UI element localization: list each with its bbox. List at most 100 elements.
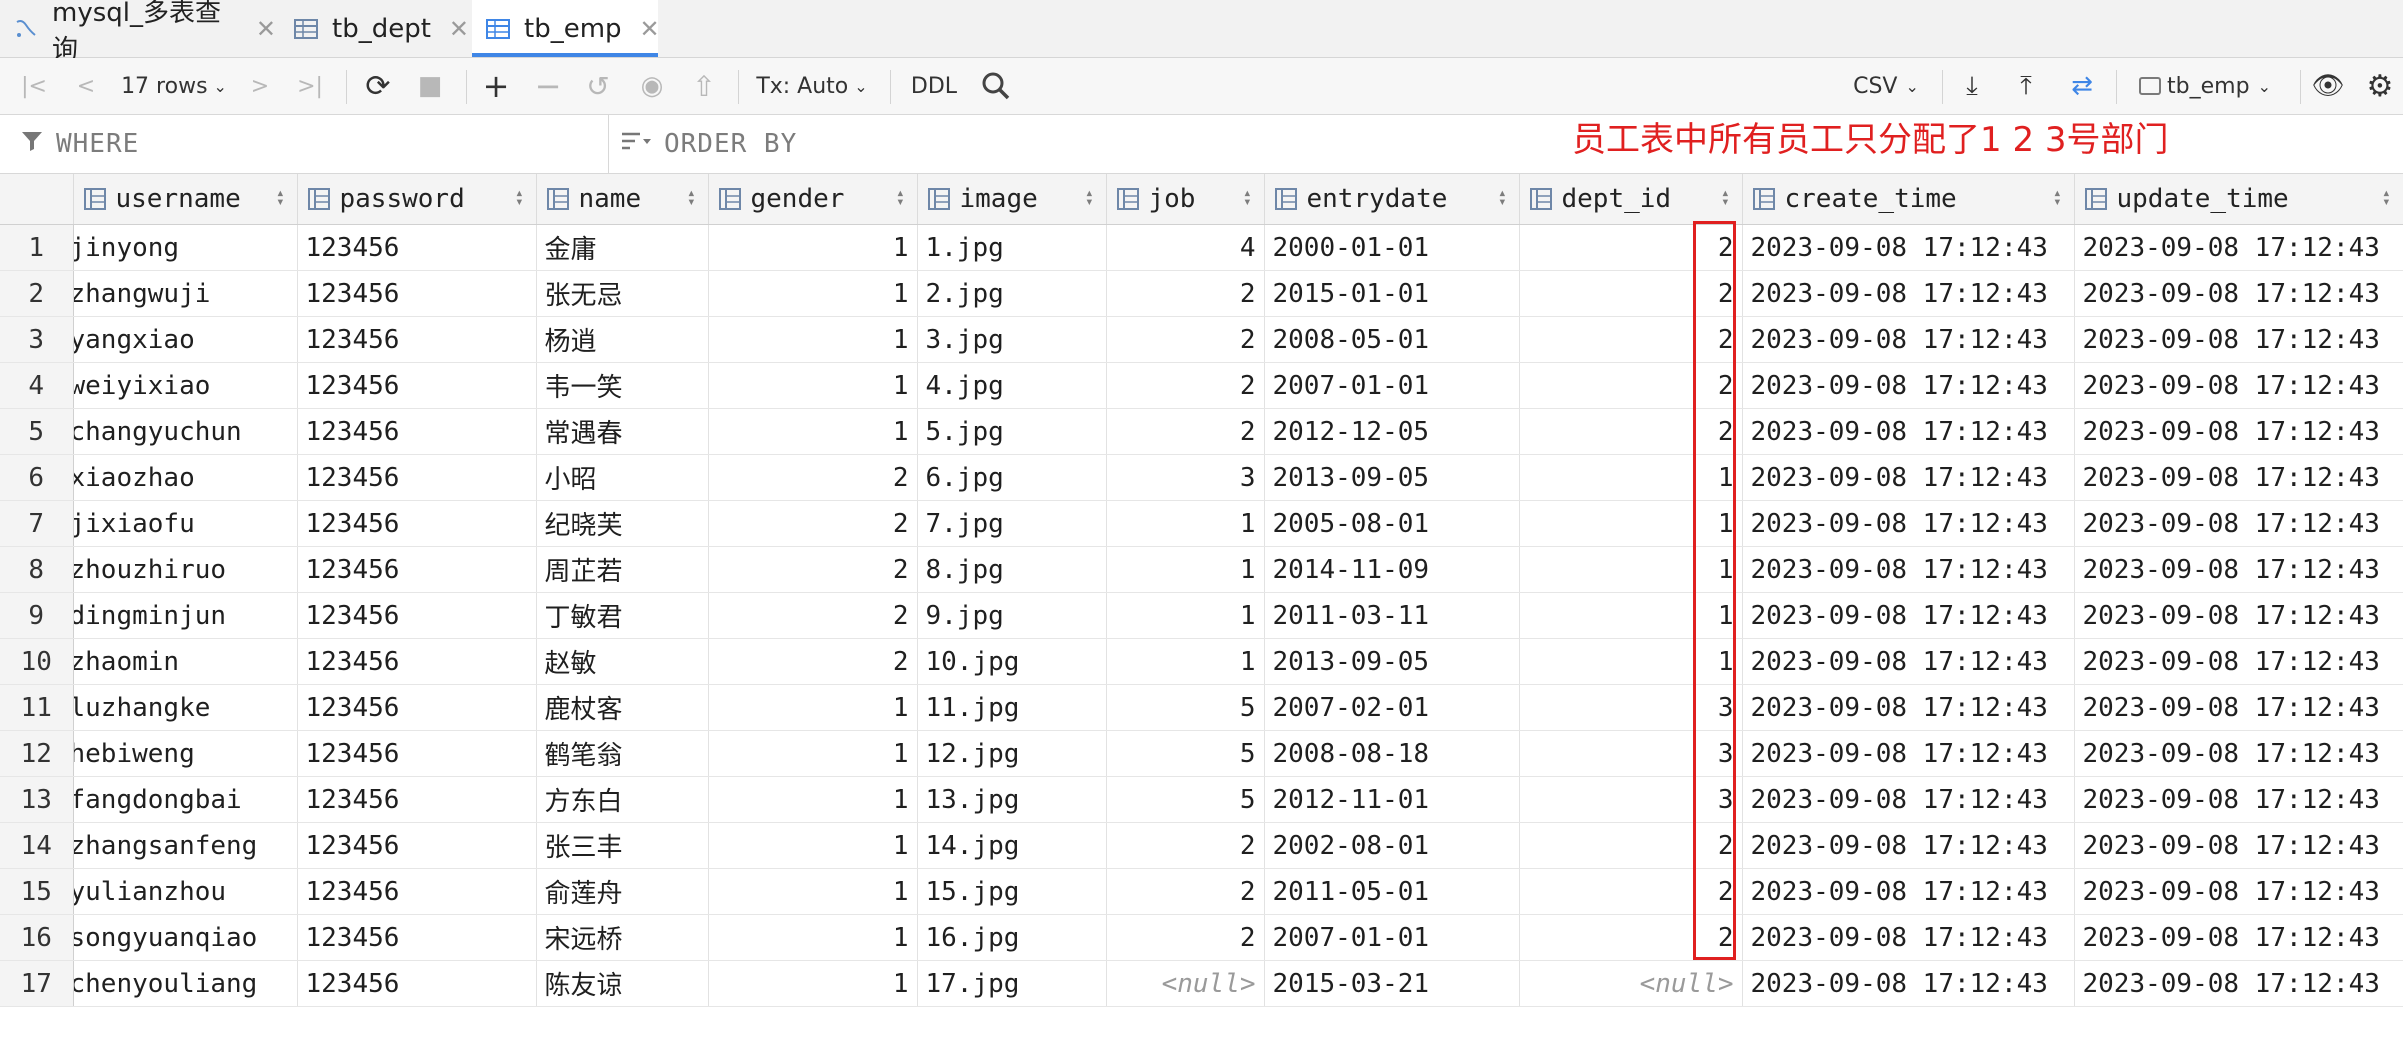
sort-arrows-icon[interactable]: ▴ ▾ — [687, 186, 695, 209]
cell-create-time[interactable]: 2023-09-08 17:12:43 — [1742, 270, 2075, 317]
order-by-input[interactable]: ORDER BY — [620, 115, 1240, 173]
cell-job[interactable]: 1 — [1106, 638, 1265, 685]
cell-update-time[interactable]: 2023-09-08 17:12:43 — [2074, 316, 2403, 363]
transaction-mode-dropdown[interactable]: Tx: Auto ⌄ — [756, 58, 868, 114]
cell-name[interactable]: 纪晓芙 — [536, 500, 709, 547]
cell-password[interactable]: 123456 — [297, 638, 537, 685]
cell-create-time[interactable]: 2023-09-08 17:12:43 — [1742, 960, 2075, 1007]
cell-image[interactable]: 3.jpg — [917, 316, 1107, 363]
table-row[interactable]: 6 xiaozhao 123456 小昭 2 6.jpg 3 2013-09-05 1 2023-… — [0, 454, 2403, 501]
next-page-icon[interactable]: > — [242, 58, 278, 114]
cell-image[interactable]: 1.jpg — [917, 224, 1107, 271]
cell-name[interactable]: 周芷若 — [536, 546, 709, 593]
close-icon[interactable]: ✕ — [256, 15, 276, 43]
cell-image[interactable]: 16.jpg — [917, 914, 1107, 961]
cell-update-time[interactable]: 2023-09-08 17:12:43 — [2074, 960, 2403, 1007]
cell-username[interactable]: luzhangke — [73, 684, 298, 731]
stop-icon[interactable]: ■ — [412, 58, 448, 114]
cell-password[interactable]: 123456 — [297, 316, 537, 363]
cell-create-time[interactable]: 2023-09-08 17:12:43 — [1742, 500, 2075, 547]
cell-job[interactable]: 1 — [1106, 546, 1265, 593]
cell-entrydate[interactable]: 2007-01-01 — [1264, 362, 1520, 409]
cell-update-time[interactable]: 2023-09-08 17:12:43 — [2074, 684, 2403, 731]
cell-password[interactable]: 123456 — [297, 500, 537, 547]
cell-password[interactable]: 123456 — [297, 592, 537, 639]
cell-entrydate[interactable]: 2011-03-11 — [1264, 592, 1520, 639]
cell-update-time[interactable]: 2023-09-08 17:12:43 — [2074, 408, 2403, 455]
cell-job[interactable]: 5 — [1106, 730, 1265, 777]
close-icon[interactable]: ✕ — [449, 15, 469, 43]
cell-create-time[interactable]: 2023-09-08 17:12:43 — [1742, 868, 2075, 915]
submit-icon[interactable]: ⇧ — [686, 58, 722, 114]
cell-entrydate[interactable]: 2012-11-01 — [1264, 776, 1520, 823]
cell-create-time[interactable]: 2023-09-08 17:12:43 — [1742, 822, 2075, 869]
cell-job[interactable]: 1 — [1106, 500, 1265, 547]
cell-image[interactable]: 12.jpg — [917, 730, 1107, 777]
cell-job[interactable]: <null> — [1106, 960, 1265, 1007]
cell-password[interactable]: 123456 — [297, 362, 537, 409]
datasource-dropdown[interactable]: tb_emp ⌄ — [2134, 58, 2276, 114]
sort-arrows-icon[interactable]: ▴ ▾ — [276, 186, 284, 209]
cell-create-time[interactable]: 2023-09-08 17:12:43 — [1742, 546, 2075, 593]
cell-job[interactable]: 5 — [1106, 776, 1265, 823]
table-row[interactable]: 5 changyuchun 123456 常遇春 1 5.jpg 2 2012-12-05 2 2… — [0, 408, 2403, 455]
table-row[interactable]: 4 weiyixiao 123456 韦一笑 1 4.jpg 2 2007-01-01 2 202… — [0, 362, 2403, 409]
rows-count-dropdown[interactable]: 17 rows ⌄ — [118, 58, 230, 114]
table-row[interactable]: 2 zhangwuji 123456 张无忌 1 2.jpg 2 2015-01-01 2 202… — [0, 270, 2403, 317]
cell-create-time[interactable]: 2023-09-08 17:12:43 — [1742, 684, 2075, 731]
cell-image[interactable]: 2.jpg — [917, 270, 1107, 317]
table-row[interactable]: 14 zhangsanfeng 123456 张三丰 1 14.jpg 2 2002-08-0… — [0, 822, 2403, 869]
ddl-button[interactable]: DDL — [904, 58, 964, 114]
cell-update-time[interactable]: 2023-09-08 17:12:43 — [2074, 454, 2403, 501]
table-row[interactable]: 13 fangdongbai 123456 方东白 1 13.jpg 5 2012-11-01… — [0, 776, 2403, 823]
cell-password[interactable]: 123456 — [297, 730, 537, 777]
tab-tb-emp[interactable]: tb_emp ✕ — [472, 0, 660, 57]
cell-gender[interactable]: 1 — [708, 776, 918, 823]
upload-icon[interactable]: ⤒ — [2008, 58, 2044, 114]
cell-username[interactable]: zhangsanfeng — [73, 822, 298, 869]
cell-job[interactable]: 5 — [1106, 684, 1265, 731]
cell-name[interactable]: 赵敏 — [536, 638, 709, 685]
cell-update-time[interactable]: 2023-09-08 17:12:43 — [2074, 638, 2403, 685]
cell-password[interactable]: 123456 — [297, 868, 537, 915]
cell-update-time[interactable]: 2023-09-08 17:12:43 — [2074, 224, 2403, 271]
sort-arrows-icon[interactable]: ▴ ▾ — [2053, 186, 2061, 209]
delete-row-icon[interactable]: − — [530, 58, 566, 114]
cell-name[interactable]: 方东白 — [536, 776, 709, 823]
cell-create-time[interactable]: 2023-09-08 17:12:43 — [1742, 316, 2075, 363]
cell-update-time[interactable]: 2023-09-08 17:12:43 — [2074, 868, 2403, 915]
table-row[interactable]: 16 songyuanqiao 123456 宋远桥 1 16.jpg 2 2007-01-0… — [0, 914, 2403, 961]
cell-image[interactable]: 15.jpg — [917, 868, 1107, 915]
cell-name[interactable]: 张三丰 — [536, 822, 709, 869]
table-row[interactable]: 1 jinyong 123456 金庸 1 1.jpg 4 2000-01-01 2 2023-0… — [0, 224, 2403, 271]
table-row[interactable]: 15 yulianzhou 123456 俞莲舟 1 15.jpg 2 2011-05-01 2… — [0, 868, 2403, 915]
refresh-icon[interactable]: ⟳ — [360, 58, 396, 114]
table-row[interactable]: 12 hebiweng 123456 鹤笔翁 1 12.jpg 5 2008-08-18 3 20… — [0, 730, 2403, 777]
cell-image[interactable]: 11.jpg — [917, 684, 1107, 731]
cell-username[interactable]: chenyouliang — [73, 960, 298, 1007]
sort-arrows-icon[interactable]: ▴ ▾ — [1085, 186, 1093, 209]
table-row[interactable]: 17 chenyouliang 123456 陈友谅 1 17.jpg <null> 2015… — [0, 960, 2403, 1007]
cell-name[interactable]: 张无忌 — [536, 270, 709, 317]
cell-username[interactable]: weiyixiao — [73, 362, 298, 409]
cell-name[interactable]: 宋远桥 — [536, 914, 709, 961]
column-header-update-time[interactable]: update_time ▴ ▾ — [2074, 174, 2403, 225]
cell-update-time[interactable]: 2023-09-08 17:12:43 — [2074, 546, 2403, 593]
cell-update-time[interactable]: 2023-09-08 17:12:43 — [2074, 730, 2403, 777]
search-icon[interactable] — [976, 58, 1016, 114]
cell-image[interactable]: 7.jpg — [917, 500, 1107, 547]
sort-arrows-icon[interactable]: ▴ ▾ — [1243, 186, 1251, 209]
cell-create-time[interactable]: 2023-09-08 17:12:43 — [1742, 776, 2075, 823]
cell-gender[interactable]: 1 — [708, 960, 918, 1007]
cell-entrydate[interactable]: 2007-02-01 — [1264, 684, 1520, 731]
column-header-image[interactable]: image ▴ ▾ — [917, 174, 1107, 225]
table-row[interactable]: 11 luzhangke 123456 鹿杖客 1 11.jpg 5 2007-02-01 3 2… — [0, 684, 2403, 731]
cell-entrydate[interactable]: 2012-12-05 — [1264, 408, 1520, 455]
cell-username[interactable]: hebiweng — [73, 730, 298, 777]
where-filter-input[interactable]: WHERE — [20, 115, 600, 173]
cell-name[interactable]: 金庸 — [536, 224, 709, 271]
cell-create-time[interactable]: 2023-09-08 17:12:43 — [1742, 408, 2075, 455]
cell-username[interactable]: dingminjun — [73, 592, 298, 639]
cell-job[interactable]: 3 — [1106, 454, 1265, 501]
tab-tb-dept[interactable]: tb_dept ✕ — [294, 0, 469, 57]
